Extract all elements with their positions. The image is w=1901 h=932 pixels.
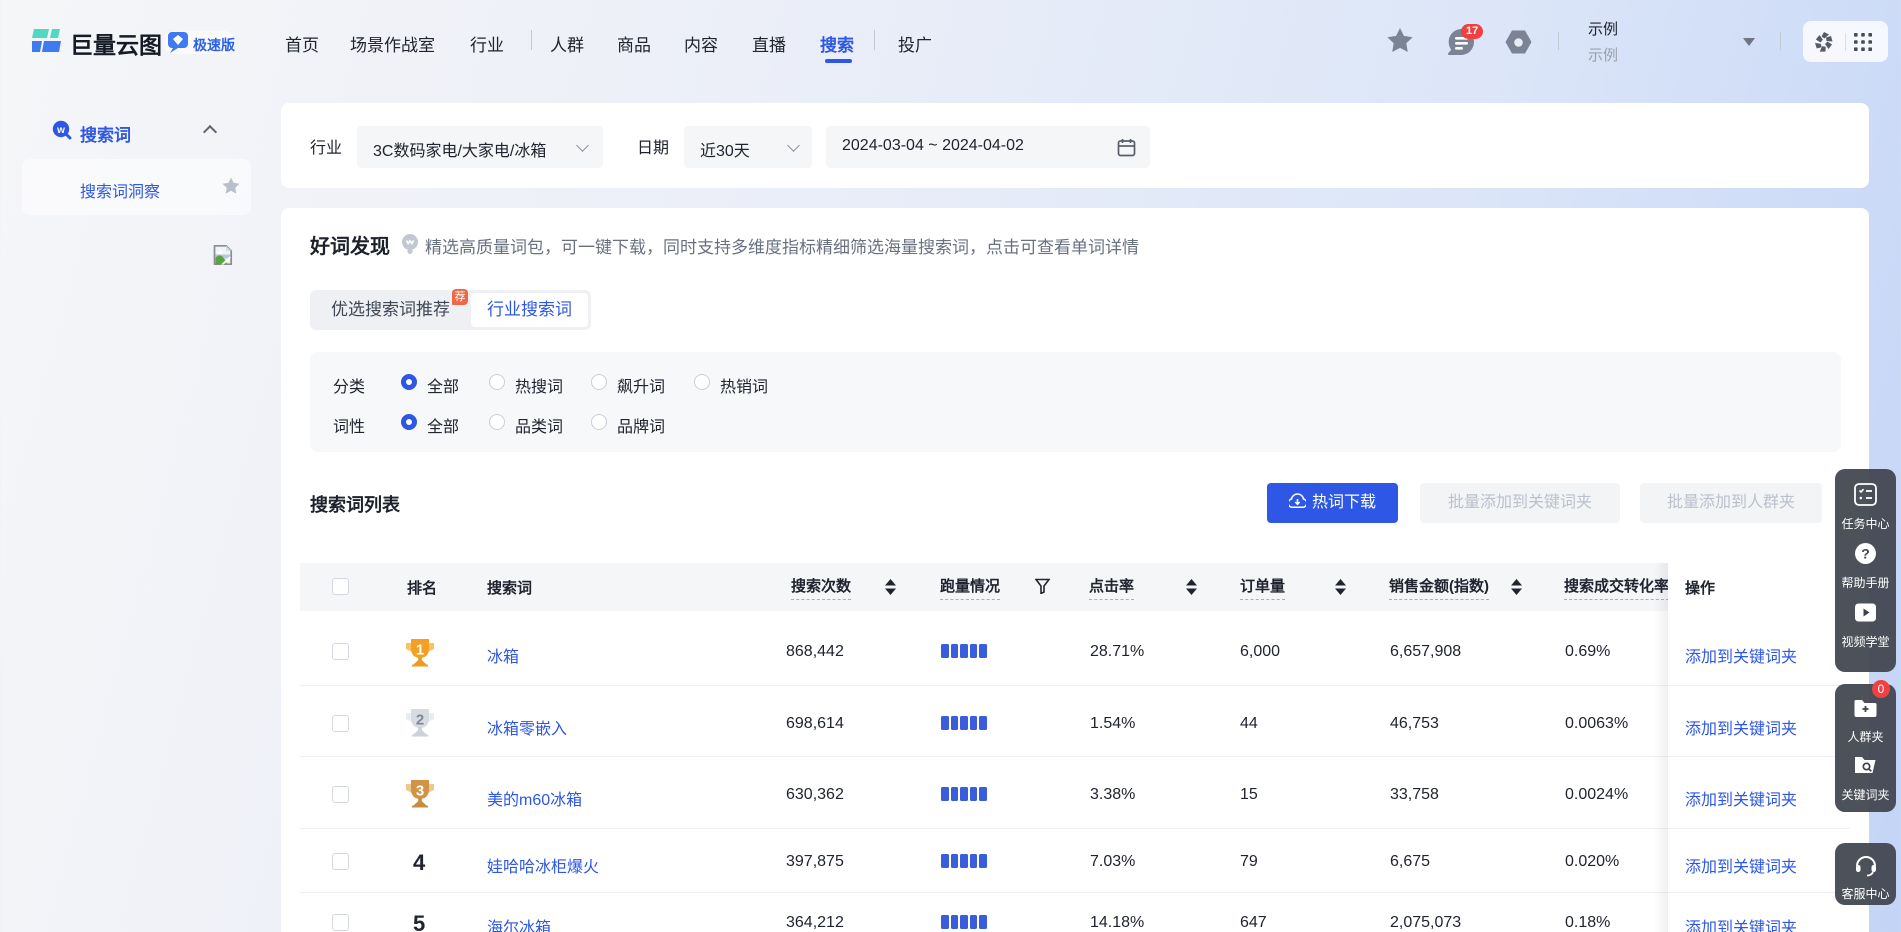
svg-text:2: 2 xyxy=(416,712,424,729)
svg-text:1: 1 xyxy=(416,642,424,659)
svg-text:?: ? xyxy=(1861,546,1870,562)
svg-text:3: 3 xyxy=(416,783,424,800)
svg-text:w: w xyxy=(56,125,65,136)
